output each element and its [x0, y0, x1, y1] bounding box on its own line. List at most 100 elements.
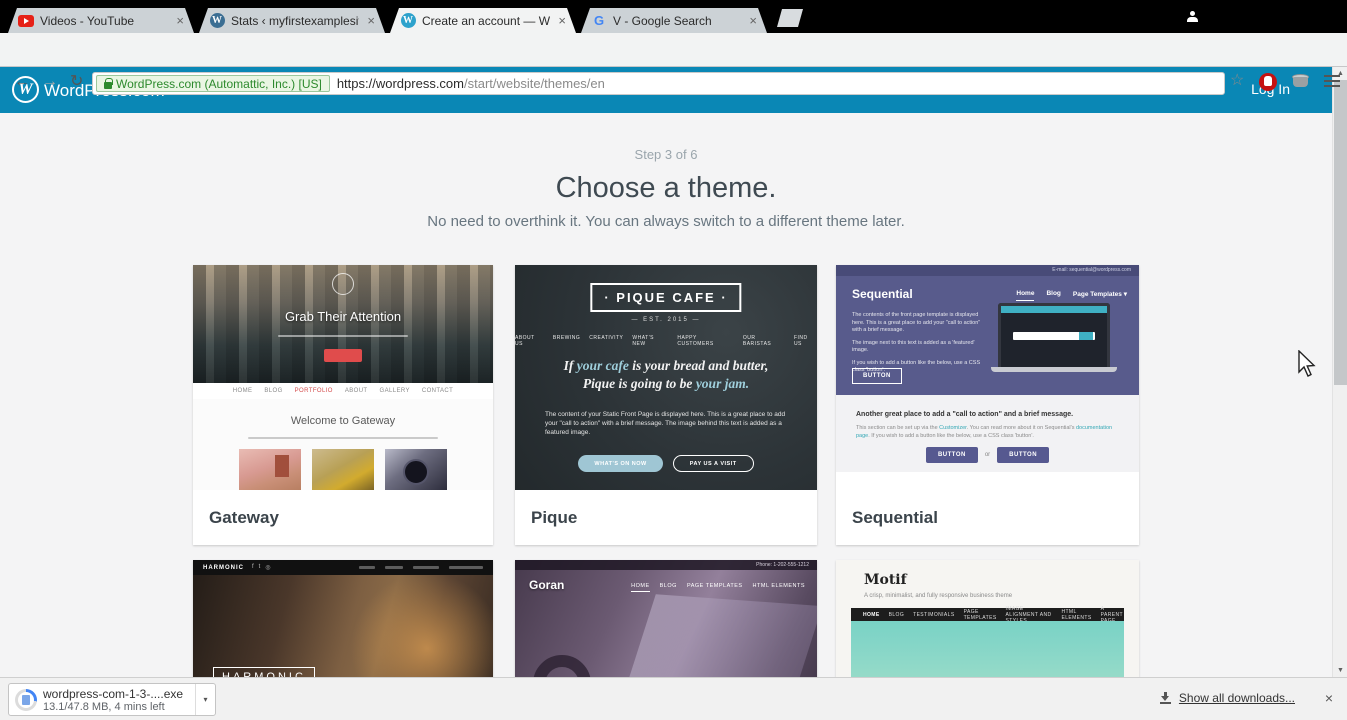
nav-link: PORTFOLIO: [294, 388, 333, 394]
tab-create-account-active[interactable]: W Create an account — Wor ×: [390, 8, 576, 33]
tab-google-search[interactable]: G V - Google Search ×: [581, 8, 767, 33]
motif-nav: HOME BLOG TESTIMONIALS PAGE TEMPLATES IM…: [851, 606, 1124, 624]
mouse-cursor: [1298, 350, 1316, 377]
theme-card-pique[interactable]: · PIQUE CAFE · — EST. 2015 — ABOUT US BR…: [515, 265, 817, 545]
download-icon: [1159, 692, 1172, 704]
download-item[interactable]: wordpress-com-1-3-....exe 13.1/47.8 MB, …: [8, 683, 216, 716]
browser-window: Videos - YouTube × W Stats ‹ myfirstexam…: [0, 0, 1347, 720]
youtube-icon: [18, 13, 34, 29]
nav-link: GALLERY: [379, 388, 410, 394]
sequential-outline-button: BUTTON: [852, 368, 902, 384]
download-status: 13.1/47.8 MB, 4 mins left: [43, 700, 165, 713]
browser-toolbar: ← → ↻ WordPress.com (Automattic, Inc.) […: [0, 33, 1347, 95]
download-info: wordpress-com-1-3-....exe 13.1/47.8 MB, …: [43, 687, 195, 713]
nav-link: HOME: [232, 388, 253, 394]
address-bar[interactable]: WordPress.com (Automattic, Inc.) [US] ht…: [92, 72, 1225, 95]
show-all-downloads-link[interactable]: Show all downloads...: [1159, 691, 1295, 705]
gateway-body: Welcome to Gateway: [193, 399, 493, 490]
download-progress-icon: [15, 688, 37, 711]
facebook-icon: f: [252, 564, 254, 570]
sequential-email: E-mail: sequential@wordpress.com: [836, 265, 1139, 276]
page-title: Choose a theme.: [555, 172, 777, 204]
nav-link: BLOG: [888, 611, 905, 618]
sequential-brand: Sequential: [852, 287, 913, 301]
photo-thumbnail: [312, 449, 374, 490]
close-icon[interactable]: ×: [174, 14, 186, 27]
sequential-cta-text: This section can be set up via the Custo…: [856, 425, 1113, 439]
tab-stats-site[interactable]: W Stats ‹ myfirstexamplesite ×: [199, 8, 385, 33]
google-icon: G: [593, 13, 605, 28]
nav-link: BLOG: [264, 388, 283, 394]
back-button[interactable]: ←: [14, 74, 30, 90]
nav-link: HTML ELEMENTS: [752, 583, 805, 589]
close-shelf-icon[interactable]: ×: [1325, 690, 1333, 706]
pique-nav: ABOUT US BREWING CREATIVITY WHAT'S NEW H…: [515, 335, 817, 347]
nav-link: PAGE TEMPLATES: [686, 583, 743, 589]
nav-link: Page Templates ▾: [1072, 291, 1127, 298]
download-menu-caret[interactable]: ▾: [195, 684, 215, 715]
download-filename: wordpress-com-1-3-....exe: [43, 686, 184, 701]
theme-name-gateway: Gateway: [193, 490, 493, 545]
sequential-button-row: BUTTON or BUTTON: [836, 447, 1139, 463]
nav-link: ABOUT US: [515, 335, 535, 347]
lock-icon: [104, 77, 113, 89]
photo-thumbnail: [385, 449, 447, 490]
instagram-icon: ◎: [265, 565, 271, 571]
download-shelf: wordpress-com-1-3-....exe 13.1/47.8 MB, …: [0, 677, 1347, 720]
new-tab-button[interactable]: [777, 9, 803, 27]
theme-card-sequential[interactable]: E-mail: sequential@wordpress.com Sequent…: [836, 265, 1139, 545]
tab-title: Create an account — Wor: [422, 13, 551, 28]
close-icon[interactable]: ×: [747, 14, 759, 27]
nav-link: HOME: [863, 611, 880, 618]
gateway-site-logo-icon: [332, 273, 354, 295]
wordpress-icon: W: [209, 13, 225, 29]
close-icon[interactable]: ×: [365, 14, 377, 27]
theme-preview-sequential[interactable]: E-mail: sequential@wordpress.com Sequent…: [836, 265, 1139, 490]
pique-established: — EST. 2015 —: [631, 317, 701, 323]
tab-title: V - Google Search: [613, 13, 712, 28]
extension-icon[interactable]: [1292, 74, 1309, 88]
nav-link: BREWING: [552, 335, 581, 341]
nav-link: PAGE TEMPLATES: [963, 608, 997, 621]
reload-button[interactable]: ↻: [70, 74, 83, 90]
pique-body-text: The content of your Static Front Page is…: [545, 411, 786, 436]
social-icons: f t ◎: [252, 564, 271, 571]
motif-subtitle: A crisp, minimalist, and fully responsiv…: [864, 593, 1013, 599]
goran-brand: Goran: [529, 578, 565, 592]
sequential-cta-section: Another great place to add a "call to ac…: [836, 395, 1139, 472]
profile-icon[interactable]: [1186, 11, 1199, 24]
pique-button-visit: PAY US A VISIT: [672, 455, 754, 472]
nav-link: HOME: [631, 583, 650, 592]
chrome-menu-icon[interactable]: [1324, 75, 1340, 87]
nav-link: OUR BARISTAS: [742, 335, 772, 347]
twitter-icon: t: [258, 564, 261, 570]
theme-name-sequential: Sequential: [836, 490, 1139, 545]
theme-card-gateway[interactable]: Grab Their Attention HOME BLOG PORTFOLIO…: [193, 265, 493, 545]
scrollbar[interactable]: ▲ ▼: [1332, 67, 1347, 677]
harmonic-nav: [359, 566, 483, 569]
forward-button[interactable]: →: [42, 74, 58, 90]
tab-title: Stats ‹ myfirstexamplesite: [231, 13, 360, 28]
nav-link: FIND US: [793, 335, 808, 347]
url-text[interactable]: https://wordpress.com/start/website/them…: [337, 76, 605, 91]
bookmark-star-icon[interactable]: ☆: [1230, 73, 1244, 89]
gateway-hero-image: Grab Their Attention: [193, 265, 493, 383]
pique-button-whats-on: WHAT'S ON NOW: [578, 455, 663, 472]
adblock-extension-icon[interactable]: [1259, 73, 1277, 91]
nav-link: HAPPY CUSTOMERS: [677, 335, 714, 347]
scrollbar-thumb[interactable]: [1334, 80, 1347, 385]
gateway-photo-row: [239, 449, 447, 490]
theme-preview-pique[interactable]: · PIQUE CAFE · — EST. 2015 — ABOUT US BR…: [515, 265, 817, 490]
nav-link: HTML ELEMENTS: [1061, 608, 1092, 621]
scroll-down-icon[interactable]: ▼: [1333, 664, 1347, 677]
pique-buttons: WHAT'S ON NOW PAY US A VISIT: [515, 455, 817, 472]
close-icon[interactable]: ×: [556, 14, 568, 27]
placeholder-text-line: [248, 437, 438, 439]
sequential-button: BUTTON: [997, 447, 1050, 463]
sequential-hero: E-mail: sequential@wordpress.com Sequent…: [836, 265, 1139, 395]
goran-nav: HOME BLOG PAGE TEMPLATES HTML ELEMENTS: [631, 583, 805, 592]
theme-preview-gateway[interactable]: Grab Their Attention HOME BLOG PORTFOLIO…: [193, 265, 493, 490]
ev-certificate-badge[interactable]: WordPress.com (Automattic, Inc.) [US]: [96, 75, 330, 92]
nav-link: Blog: [1046, 290, 1061, 297]
tab-videos-youtube[interactable]: Videos - YouTube ×: [8, 8, 194, 33]
